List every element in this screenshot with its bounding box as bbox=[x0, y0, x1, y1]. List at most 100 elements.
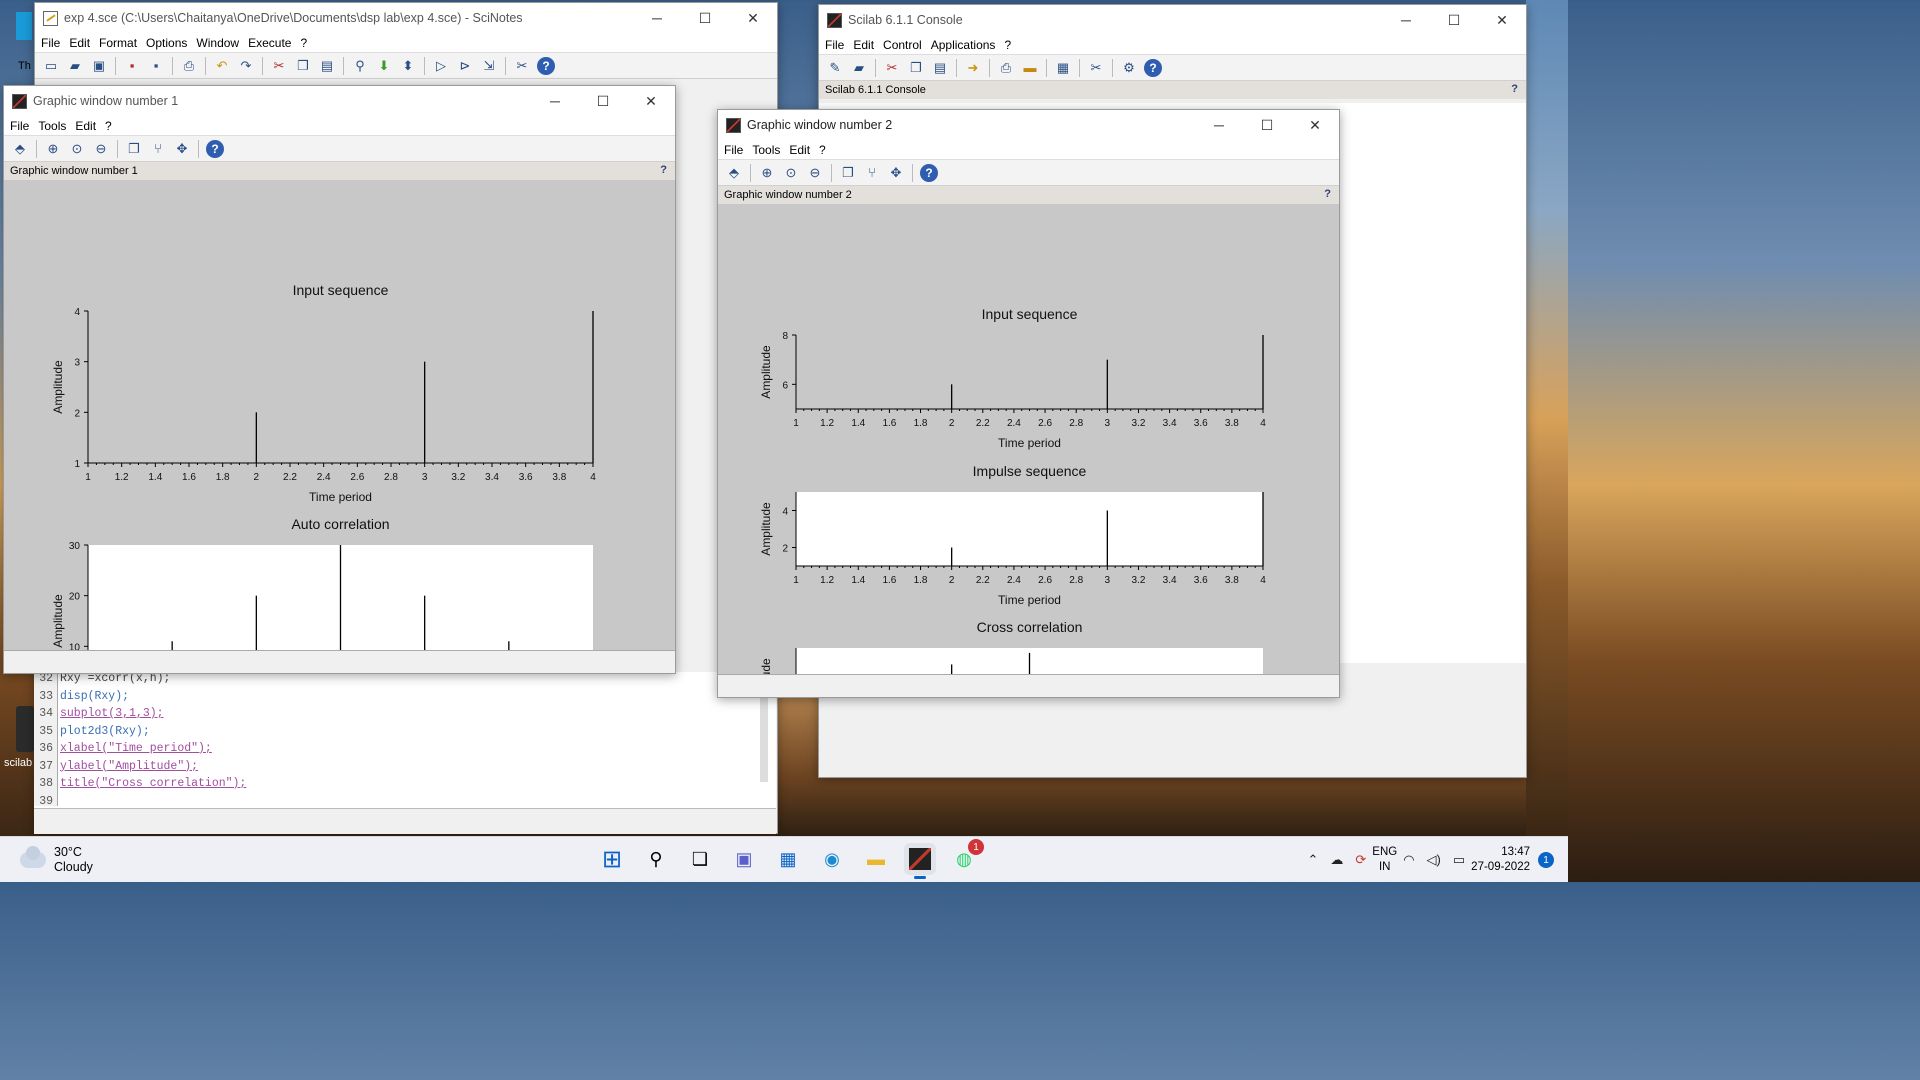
pan-icon[interactable]: ✥ bbox=[173, 140, 191, 158]
volume-icon[interactable]: ◁) bbox=[1427, 852, 1441, 868]
code-line[interactable]: 34 subplot(3,1,3); bbox=[34, 707, 163, 725]
close-button[interactable]: ✕ bbox=[729, 3, 777, 33]
code-editor[interactable]: 32 Rxy =xcorr(x,h); 33 disp(Rxy); 34 subplo… bbox=[34, 672, 776, 834]
sync-icon[interactable]: ⟳ bbox=[1355, 852, 1366, 868]
console-titlebar[interactable]: Scilab 6.1.1 Console ─ ☐ ✕ bbox=[819, 5, 1526, 35]
scinotes-titlebar[interactable]: exp 4.sce (C:\Users\Chaitanya\OneDrive\D… bbox=[35, 3, 777, 33]
menu-format[interactable]: Format bbox=[99, 36, 137, 50]
menu-help[interactable]: ? bbox=[819, 143, 826, 157]
menu-file[interactable]: File bbox=[724, 143, 743, 157]
gw2-plot-area[interactable]: Input sequence 1 1.2 1.4 1.6 1.8 2 2.2 2.4 2.6 2.8… bbox=[718, 204, 1339, 697]
clock[interactable]: 13:47 27-09-2022 bbox=[1471, 845, 1530, 875]
cut-icon[interactable]: ✂ bbox=[883, 59, 901, 77]
menu-window[interactable]: Window bbox=[196, 36, 239, 50]
help-icon[interactable]: ? bbox=[206, 139, 224, 158]
maximize-button[interactable]: ☐ bbox=[579, 86, 627, 116]
code-line[interactable]: 38 title("Cross correlation"); bbox=[34, 777, 246, 795]
load-icon[interactable]: ⬍ bbox=[399, 57, 417, 75]
file-explorer-icon[interactable]: ▬ bbox=[860, 843, 892, 875]
maximize-button[interactable]: ☐ bbox=[1243, 110, 1291, 140]
copy-icon[interactable]: ❐ bbox=[294, 57, 312, 75]
menu-help[interactable]: ? bbox=[1004, 38, 1011, 52]
notification-center-badge[interactable]: 1 bbox=[1538, 852, 1554, 868]
scilab-desktop-icon[interactable] bbox=[16, 706, 34, 752]
datatip-manager-icon[interactable]: ⑂ bbox=[863, 164, 881, 182]
undo-icon[interactable]: ↶ bbox=[213, 57, 231, 75]
code-line[interactable]: 33 disp(Rxy); bbox=[34, 690, 129, 708]
code-line[interactable]: 36 xlabel("Time period"); bbox=[34, 742, 212, 760]
menu-file[interactable]: File bbox=[825, 38, 844, 52]
redo-icon[interactable]: ↷ bbox=[237, 57, 255, 75]
print-icon[interactable]: ⎙ bbox=[180, 57, 198, 75]
gw1-titlebar[interactable]: Graphic window number 1 ─ ☐ ✕ bbox=[4, 86, 675, 116]
weather-widget[interactable]: 30°C Cloudy bbox=[20, 845, 93, 875]
menu-tools[interactable]: Tools bbox=[752, 143, 780, 157]
menu-control[interactable]: Control bbox=[883, 38, 922, 52]
change-directory-icon[interactable]: ➜ bbox=[964, 59, 982, 77]
open-folder-icon[interactable]: ▰ bbox=[66, 57, 84, 75]
zoom-in-icon[interactable]: ⊙ bbox=[782, 164, 800, 182]
chevron-up-icon[interactable]: ⌃ bbox=[1307, 852, 1318, 868]
find-icon[interactable]: ⚲ bbox=[351, 57, 369, 75]
close-button[interactable]: ✕ bbox=[627, 86, 675, 116]
datatip-manager-icon[interactable]: ⑂ bbox=[149, 140, 167, 158]
paste-icon[interactable]: ▤ bbox=[931, 59, 949, 77]
new-file-icon[interactable]: ▭ bbox=[42, 57, 60, 75]
zoom-out-icon[interactable]: ⊖ bbox=[806, 164, 824, 182]
whatsapp-icon[interactable]: ◍ 1 bbox=[948, 839, 984, 875]
edge-icon[interactable]: ◉ bbox=[816, 843, 848, 875]
menu-edit[interactable]: Edit bbox=[853, 38, 874, 52]
teams-chat-icon[interactable]: ▣ bbox=[728, 843, 760, 875]
desktop-icon[interactable] bbox=[16, 12, 32, 40]
language-indicator[interactable]: ENG IN bbox=[1372, 845, 1397, 875]
code-line[interactable]: 35 plot2d3(Rxy); bbox=[34, 725, 150, 743]
store-icon[interactable]: ▦ bbox=[772, 843, 804, 875]
download-icon[interactable]: ⬇ bbox=[375, 57, 393, 75]
menu-edit[interactable]: Edit bbox=[789, 143, 810, 157]
preferences-icon[interactable]: ✂ bbox=[1087, 59, 1105, 77]
save-icon[interactable]: ▪ bbox=[123, 57, 141, 75]
datatip-icon[interactable]: ❐ bbox=[125, 140, 143, 158]
preferences-icon[interactable]: ✂ bbox=[513, 57, 531, 75]
open-folder-icon[interactable]: ▰ bbox=[850, 59, 868, 77]
open-recent-icon[interactable]: ▣ bbox=[90, 57, 108, 75]
pan-icon[interactable]: ✥ bbox=[887, 164, 905, 182]
minimize-button[interactable]: ─ bbox=[531, 86, 579, 116]
menu-help[interactable]: ? bbox=[105, 119, 112, 133]
zoom-icon[interactable]: ⊕ bbox=[758, 164, 776, 182]
help-icon[interactable]: ? bbox=[537, 56, 555, 75]
datatip-icon[interactable]: ❐ bbox=[839, 164, 857, 182]
onedrive-icon[interactable]: ☁ bbox=[1330, 852, 1343, 868]
print-icon[interactable]: ⎙ bbox=[997, 59, 1015, 77]
minimize-button[interactable]: ─ bbox=[633, 3, 681, 33]
console-help-icon[interactable]: ? bbox=[1511, 83, 1518, 95]
rotate-icon[interactable]: ⬘ bbox=[11, 140, 29, 158]
execute-file-icon[interactable]: ⊳ bbox=[456, 57, 474, 75]
task-view-icon[interactable]: ❏ bbox=[684, 843, 716, 875]
help-icon[interactable]: ? bbox=[920, 163, 938, 182]
minimize-button[interactable]: ─ bbox=[1195, 110, 1243, 140]
menu-edit[interactable]: Edit bbox=[75, 119, 96, 133]
gw1-help-icon[interactable]: ? bbox=[660, 164, 667, 176]
execute-icon[interactable]: ▷ bbox=[432, 57, 450, 75]
module-manager-icon[interactable]: ⚙ bbox=[1120, 59, 1138, 77]
execute-until-icon[interactable]: ⇲ bbox=[480, 57, 498, 75]
cut-icon[interactable]: ✂ bbox=[270, 57, 288, 75]
minimize-button[interactable]: ─ bbox=[1382, 5, 1430, 35]
save-as-icon[interactable]: ▪ bbox=[147, 57, 165, 75]
menu-file[interactable]: File bbox=[10, 119, 29, 133]
zoom-in-icon[interactable]: ⊙ bbox=[68, 140, 86, 158]
battery-icon[interactable]: ▭ bbox=[1453, 852, 1465, 868]
menu-help[interactable]: ? bbox=[300, 36, 307, 50]
search-icon[interactable]: ⚲ bbox=[640, 843, 672, 875]
gw2-help-icon[interactable]: ? bbox=[1324, 188, 1331, 200]
scinotes-launch-icon[interactable]: ✎ bbox=[826, 59, 844, 77]
code-line[interactable]: 32 Rxy =xcorr(x,h); bbox=[34, 672, 170, 690]
clear-console-icon[interactable]: ▬ bbox=[1021, 59, 1039, 77]
zoom-out-icon[interactable]: ⊖ bbox=[92, 140, 110, 158]
help-icon[interactable]: ? bbox=[1144, 58, 1162, 77]
menu-edit[interactable]: Edit bbox=[69, 36, 90, 50]
menu-options[interactable]: Options bbox=[146, 36, 187, 50]
close-button[interactable]: ✕ bbox=[1478, 5, 1526, 35]
start-icon[interactable]: ⊞ bbox=[596, 843, 628, 875]
